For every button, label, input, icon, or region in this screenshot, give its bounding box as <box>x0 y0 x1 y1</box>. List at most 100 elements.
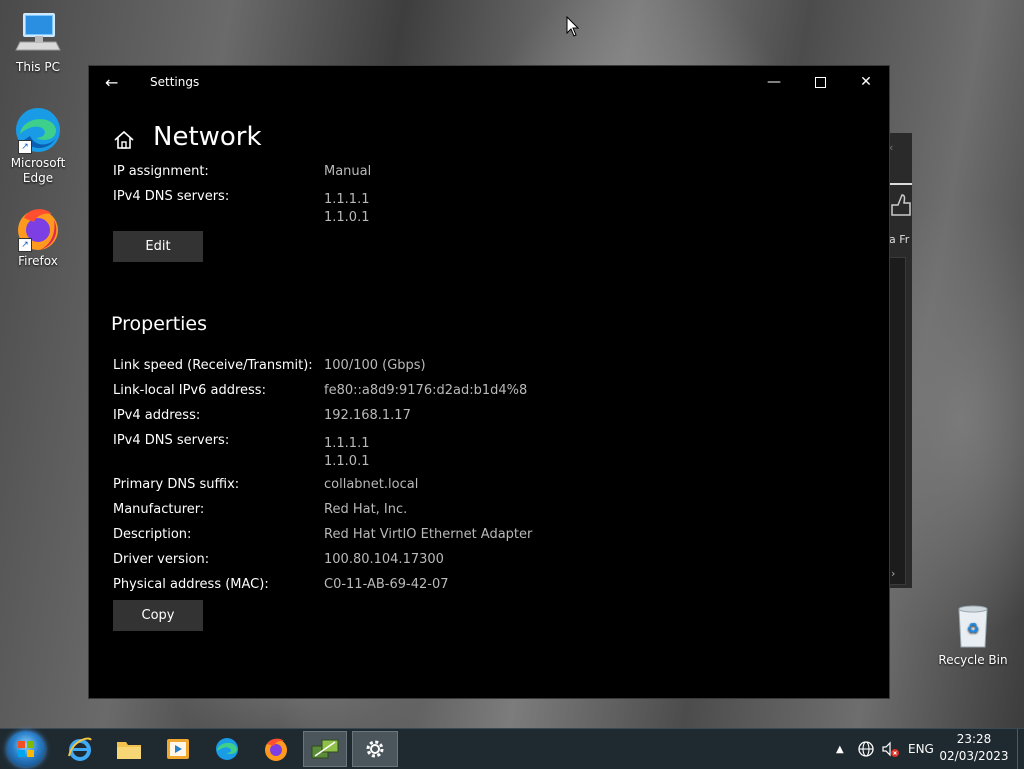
internet-explorer-icon <box>68 737 92 761</box>
close-button[interactable]: ✕ <box>843 66 889 99</box>
ipv6-label: Link-local IPv6 address: <box>113 383 266 398</box>
background-window-panel <box>889 257 906 585</box>
page-title: Network <box>153 122 262 152</box>
ip-assignment-label: IP assignment: <box>113 164 209 179</box>
home-icon[interactable] <box>113 129 137 153</box>
taskbar-settings[interactable] <box>352 731 398 767</box>
media-player-icon <box>167 739 189 759</box>
edge-icon: ↗ <box>14 106 62 154</box>
ipv4-label: IPv4 address: <box>113 408 201 423</box>
globe-icon <box>858 741 874 757</box>
desktop-icon-label: Firefox <box>18 254 58 268</box>
properties-dns-label: IPv4 DNS servers: <box>113 433 230 448</box>
link-speed-row: Link speed (Receive/Transmit): 100/100 (… <box>113 358 426 373</box>
desktop-icon-this-pc[interactable]: This PC <box>2 10 74 75</box>
dns-suffix-label: Primary DNS suffix: <box>113 477 240 492</box>
driver-version-value: 100.80.104.17300 <box>324 552 444 567</box>
ip-assignment-value: Manual <box>324 164 372 179</box>
taskbar-file-explorer[interactable] <box>107 731 151 767</box>
link-speed-label: Link speed (Receive/Transmit): <box>113 358 313 373</box>
recycle-bin-icon: ♻ <box>949 603 997 651</box>
window-title: Settings <box>150 75 200 89</box>
clock-time: 23:28 <box>956 732 992 746</box>
settings-window: ← Settings — ✕ Network IP assignment: Ma… <box>89 66 889 698</box>
title-bar: ← Settings — ✕ <box>89 66 889 99</box>
mac-address-label: Physical address (MAC): <box>113 577 269 592</box>
desktop-icon-edge[interactable]: ↗ Microsoft Edge <box>2 106 74 186</box>
ip-dns-row: IPv4 DNS servers: 1.1.1.1 1.1.0.1 <box>113 189 369 225</box>
driver-version-label: Driver version: <box>113 552 210 567</box>
svg-text:♻: ♻ <box>967 621 980 637</box>
back-button[interactable]: ← <box>105 73 118 92</box>
dns-server-value: 1.1.1.1 <box>324 192 370 207</box>
ip-dns-values: 1.1.1.1 1.1.0.1 <box>324 191 369 227</box>
desktop-icon-label: Recycle Bin <box>938 653 1008 667</box>
desktop-icon-firefox[interactable]: ↗ Firefox <box>2 204 74 269</box>
shortcut-arrow-icon: ↗ <box>18 140 32 154</box>
language-label: ENG <box>908 742 934 756</box>
desktop-icon-recycle-bin[interactable]: ♻ Recycle Bin <box>937 603 1009 668</box>
maximize-icon <box>814 76 826 88</box>
mac-address-row: Physical address (MAC): C0-11-AB-69-42-0… <box>113 577 449 592</box>
clock[interactable]: 23:28 02/03/2023 <box>938 731 1010 765</box>
description-row: Description: Red Hat VirtIO Ethernet Ada… <box>113 527 532 542</box>
manufacturer-row: Manufacturer: Red Hat, Inc. <box>113 502 407 517</box>
background-window[interactable]: ‹ a Fr › <box>885 133 912 588</box>
volume-tray-button[interactable] <box>881 729 901 769</box>
taskbar-internet-explorer[interactable] <box>58 731 102 767</box>
show-hidden-icons-button[interactable]: ▲ <box>836 729 844 769</box>
properties-heading: Properties <box>111 313 208 335</box>
edit-button[interactable]: Edit <box>113 231 203 262</box>
manufacturer-label: Manufacturer: <box>113 502 205 517</box>
ip-dns-label: IPv4 DNS servers: <box>113 189 230 204</box>
dns-server-value: 1.1.0.1 <box>324 210 370 225</box>
volume-muted-icon <box>882 741 899 757</box>
minimize-button[interactable]: — <box>751 66 797 99</box>
start-button[interactable] <box>7 731 45 767</box>
network-app-icon <box>311 739 339 759</box>
thumbs-up-icon <box>888 191 912 219</box>
firefox-icon: ↗ <box>14 204 62 252</box>
ip-assignment-row: IP assignment: Manual <box>113 164 371 179</box>
dns-suffix-row: Primary DNS suffix: collabnet.local <box>113 477 418 492</box>
mac-address-value: C0-11-AB-69-42-07 <box>324 577 449 592</box>
manufacturer-value: Red Hat, Inc. <box>324 502 408 517</box>
taskbar-edge[interactable] <box>205 731 249 767</box>
chevron-up-icon: ▲ <box>836 743 844 755</box>
properties-dns-row: IPv4 DNS servers: 1.1.1.1 1.1.0.1 <box>113 433 369 469</box>
driver-version-row: Driver version: 100.80.104.17300 <box>113 552 444 567</box>
properties-dns-values: 1.1.1.1 1.1.0.1 <box>324 435 369 471</box>
description-value: Red Hat VirtIO Ethernet Adapter <box>324 527 533 542</box>
windows-logo-icon <box>18 741 34 757</box>
taskbar: ▲ ENG 23:28 02/03/2023 <box>0 728 1024 769</box>
clock-date: 02/03/2023 <box>939 749 1009 763</box>
taskbar-media-player[interactable] <box>156 731 200 767</box>
maximize-button[interactable] <box>797 66 843 99</box>
taskbar-network-app[interactable] <box>303 731 347 767</box>
ipv6-value: fe80::a8d9:9176:d2ad:b1d4%8 <box>324 383 528 398</box>
gear-icon <box>366 740 384 758</box>
edge-icon <box>216 738 238 760</box>
taskbar-firefox[interactable] <box>254 731 298 767</box>
dns-suffix-value: collabnet.local <box>324 477 419 492</box>
ipv4-value: 192.168.1.17 <box>324 408 411 423</box>
background-window-text: a Fr <box>889 233 910 246</box>
chevron-left-icon: ‹ <box>889 141 894 154</box>
desktop-icon-label: This PC <box>16 60 60 74</box>
language-indicator[interactable]: ENG <box>908 729 934 769</box>
mouse-cursor-icon <box>566 15 580 42</box>
description-label: Description: <box>113 527 192 542</box>
folder-icon <box>117 742 141 759</box>
computer-icon <box>14 10 62 58</box>
ipv6-row: Link-local IPv6 address: fe80::a8d9:9176… <box>113 383 527 398</box>
show-desktop-button[interactable] <box>1017 729 1024 769</box>
dns-server-value: 1.1.0.1 <box>324 454 370 469</box>
shortcut-arrow-icon: ↗ <box>18 238 32 252</box>
link-speed-value: 100/100 (Gbps) <box>324 358 426 373</box>
copy-button[interactable]: Copy <box>113 600 203 631</box>
chevron-right-icon: › <box>891 567 896 580</box>
network-tray-button[interactable] <box>857 729 875 769</box>
dns-server-value: 1.1.1.1 <box>324 436 370 451</box>
firefox-icon <box>265 738 287 761</box>
desktop-icon-label: Microsoft Edge <box>10 156 66 185</box>
